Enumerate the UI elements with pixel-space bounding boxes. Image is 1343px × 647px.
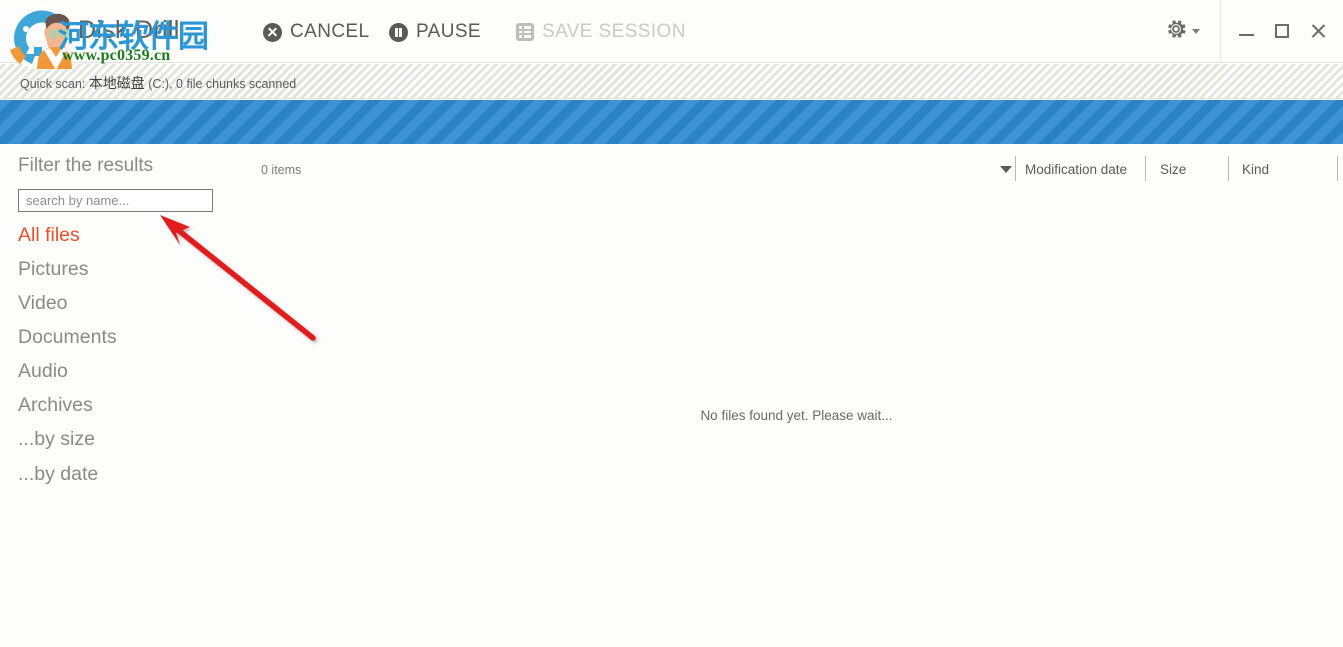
column-separator[interactable] [1015,156,1016,181]
sidebar-item-all-files[interactable]: All files [18,224,80,247]
column-header-modification-date[interactable]: Modification date [1025,162,1127,177]
sidebar-item-archives[interactable]: Archives [18,394,93,417]
items-count-label: 0 items [261,163,302,177]
empty-results-message: No files found yet. Please wait... [700,408,893,423]
minimize-icon [1238,34,1254,36]
pause-circle-icon [389,22,408,42]
gear-icon [1163,16,1189,42]
cancel-button[interactable]: CANCEL [263,18,369,46]
close-icon [1310,23,1326,39]
sidebar-item-by-size[interactable]: ...by size [18,428,95,451]
filter-sidebar: Filter the results All files Pictures Vi… [0,144,250,647]
search-input[interactable] [18,189,213,212]
close-button[interactable] [1300,15,1336,47]
save-session-button-label: SAVE SESSION [542,21,686,42]
filter-sidebar-title: Filter the results [18,155,154,176]
maximize-icon [1275,24,1289,38]
cancel-circle-icon [263,22,282,42]
cancel-button-label: CANCEL [290,21,370,42]
column-header-size[interactable]: Size [1160,162,1186,177]
sidebar-item-documents[interactable]: Documents [18,326,117,349]
sidebar-item-pictures[interactable]: Pictures [18,258,88,281]
pause-button[interactable]: PAUSE [389,18,481,46]
scan-volume-name: 本地磁盘 [88,75,145,91]
chevron-down-icon [1192,29,1200,34]
save-session-button[interactable]: SAVE SESSION [516,18,686,46]
sort-caret-icon[interactable] [1000,166,1012,173]
column-header-kind[interactable]: Kind [1242,162,1269,177]
sidebar-item-audio[interactable]: Audio [18,360,68,383]
app-window: Disk Drill CANCEL PAUSE SAVE SESSION Qui… [0,0,1343,647]
column-separator[interactable] [1145,156,1146,181]
scan-progress-bar [0,100,1343,144]
maximize-button[interactable] [1264,15,1300,47]
titlebar-divider [1220,0,1221,63]
scan-status-prefix: Quick scan: [20,77,89,91]
column-separator[interactable] [1337,156,1338,181]
settings-button[interactable] [1163,16,1200,42]
watermark: 河东软件园 www.pc0359.cn [0,0,230,75]
sidebar-item-video[interactable]: Video [18,292,68,315]
sidebar-item-by-date[interactable]: ...by date [18,463,98,486]
session-list-icon [516,23,534,41]
scan-status-text: Quick scan: 本地磁盘 (C:), 0 file chunks sca… [20,73,296,93]
scan-status-suffix: (C:), 0 file chunks scanned [144,77,297,91]
watermark-url: www.pc0359.cn [62,47,171,64]
results-panel: 0 items Modification date Size Kind No f… [250,144,1343,647]
column-separator[interactable] [1228,156,1229,181]
minimize-button[interactable] [1228,15,1264,47]
pause-button-label: PAUSE [416,21,482,42]
